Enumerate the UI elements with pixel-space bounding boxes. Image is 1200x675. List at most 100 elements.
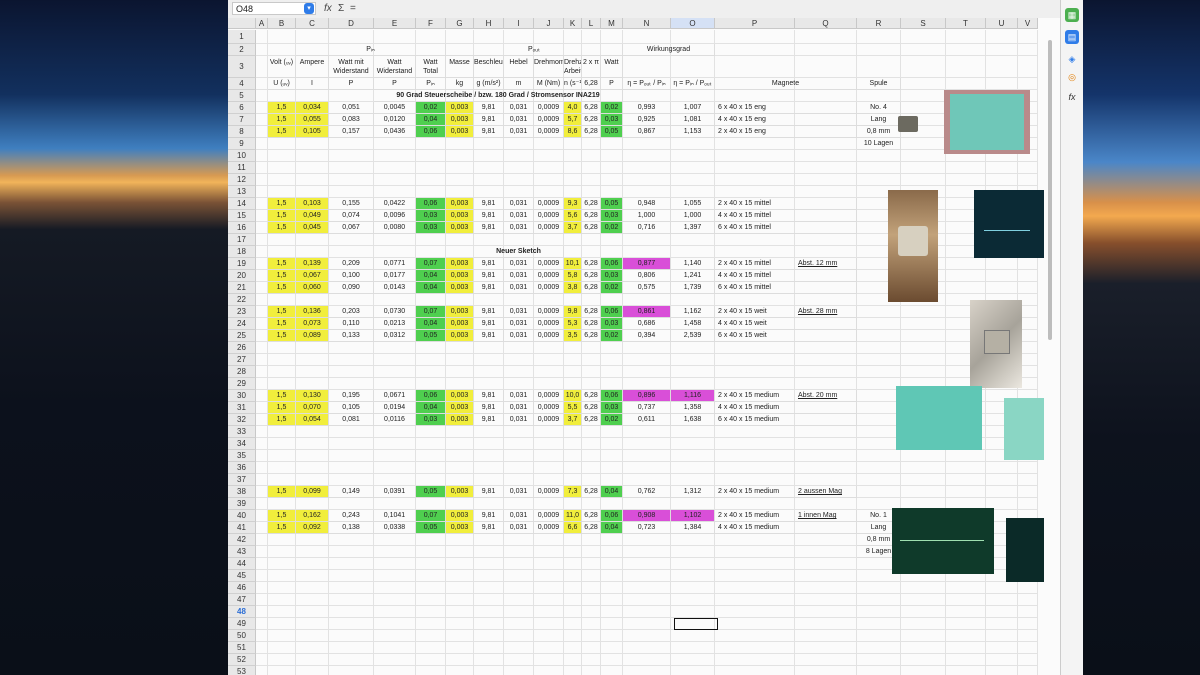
header-magnete[interactable]: Magnete xyxy=(715,78,857,90)
data-cell-r21-c10[interactable]: 6,28 xyxy=(582,282,601,294)
data-cell-r19-c9[interactable]: 10,1 xyxy=(564,258,582,270)
data-cell-r40-c12[interactable]: 0,908 xyxy=(623,510,671,522)
coil-photo-2[interactable] xyxy=(970,300,1022,388)
data-cell-r21-c11[interactable]: 0,02 xyxy=(601,282,623,294)
data-cell-r25-c6[interactable]: 9,81 xyxy=(474,330,504,342)
data-cell-r20-c2[interactable]: 0,100 xyxy=(329,270,374,282)
data-cell-r6-c6[interactable]: 9,81 xyxy=(474,102,504,114)
data-cell-r7-c11[interactable]: 0,03 xyxy=(601,114,623,126)
data-cell-r38-c3[interactable]: 0,0391 xyxy=(374,486,416,498)
row-header-27[interactable]: 27 xyxy=(228,354,256,366)
column-header-k[interactable]: K xyxy=(564,18,582,29)
row-header-37[interactable]: 37 xyxy=(228,474,256,486)
data-cell-r40-c8[interactable]: 0,0009 xyxy=(534,510,564,522)
data-cell-r8-c8[interactable]: 0,0009 xyxy=(534,126,564,138)
data-cell-r6-c1[interactable]: 0,034 xyxy=(296,102,329,114)
data-cell-r41-c4[interactable]: 0,05 xyxy=(416,522,446,534)
data-cell-r21-c0[interactable]: 1,5 xyxy=(268,282,296,294)
header-row4-2[interactable]: P xyxy=(329,78,374,90)
data-cell-r21-c1[interactable]: 0,060 xyxy=(296,282,329,294)
row-header-43[interactable]: 43 xyxy=(228,546,256,558)
oscilloscope-photo-1[interactable] xyxy=(944,90,1030,154)
data-cell-r23-c4[interactable]: 0,07 xyxy=(416,306,446,318)
data-cell-r24-c9[interactable]: 5,3 xyxy=(564,318,582,330)
data-cell-r31-c10[interactable]: 6,28 xyxy=(582,402,601,414)
data-cell-r32-c6[interactable]: 9,81 xyxy=(474,414,504,426)
data-cell-r16-c6[interactable]: 9,81 xyxy=(474,222,504,234)
data-cell-r41-c0[interactable]: 1,5 xyxy=(268,522,296,534)
column-header-t[interactable]: T xyxy=(946,18,986,29)
navigator-icon[interactable]: ▦ xyxy=(1065,8,1079,22)
row-header-21[interactable]: 21 xyxy=(228,282,256,294)
magnet-cell-r20[interactable]: 4 x 40 x 15 mittel xyxy=(715,270,857,282)
data-cell-r15-c3[interactable]: 0,0096 xyxy=(374,210,416,222)
column-header-r[interactable]: R xyxy=(857,18,901,29)
header-row4-7[interactable]: m xyxy=(504,78,534,90)
row-header-15[interactable]: 15 xyxy=(228,210,256,222)
data-cell-r15-c13[interactable]: 1,000 xyxy=(671,210,715,222)
row-header-26[interactable]: 26 xyxy=(228,342,256,354)
data-cell-r38-c12[interactable]: 0,762 xyxy=(623,486,671,498)
data-cell-r8-c11[interactable]: 0,05 xyxy=(601,126,623,138)
row-header-8[interactable]: 8 xyxy=(228,126,256,138)
data-cell-r15-c9[interactable]: 5,6 xyxy=(564,210,582,222)
data-cell-r7-c13[interactable]: 1,081 xyxy=(671,114,715,126)
data-cell-r23-c8[interactable]: 0,0009 xyxy=(534,306,564,318)
data-cell-r16-c3[interactable]: 0,0080 xyxy=(374,222,416,234)
data-cell-r40-c7[interactable]: 0,031 xyxy=(504,510,534,522)
compass-icon[interactable]: ◎ xyxy=(1065,70,1079,84)
data-cell-r7-c6[interactable]: 9,81 xyxy=(474,114,504,126)
header-spule[interactable]: Spule xyxy=(857,78,901,90)
data-cell-r7-c0[interactable]: 1,5 xyxy=(268,114,296,126)
data-cell-r40-c2[interactable]: 0,243 xyxy=(329,510,374,522)
row-header-40[interactable]: 40 xyxy=(228,510,256,522)
row-header-16[interactable]: 16 xyxy=(228,222,256,234)
data-cell-r20-c13[interactable]: 1,241 xyxy=(671,270,715,282)
data-cell-r40-c0[interactable]: 1,5 xyxy=(268,510,296,522)
note-cell-r23[interactable]: Abst. 28 mm xyxy=(795,306,857,318)
header-row4-4[interactable]: Pᵢₙ xyxy=(416,78,446,90)
column-header-l[interactable]: L xyxy=(582,18,601,29)
oscilloscope-photo-2[interactable] xyxy=(974,190,1044,258)
magnet-cell-r21[interactable]: 6 x 40 x 15 mittel xyxy=(715,282,857,294)
data-cell-r15-c12[interactable]: 1,000 xyxy=(623,210,671,222)
data-cell-r32-c8[interactable]: 0,0009 xyxy=(534,414,564,426)
data-cell-r30-c5[interactable]: 0,003 xyxy=(446,390,474,402)
oscilloscope-photo-6[interactable] xyxy=(1006,518,1044,582)
data-cell-r31-c11[interactable]: 0,03 xyxy=(601,402,623,414)
row-header-1[interactable]: 1 xyxy=(228,30,256,44)
header-row4-11[interactable]: P xyxy=(601,78,623,90)
data-cell-r40-c5[interactable]: 0,003 xyxy=(446,510,474,522)
note-cell-r40[interactable]: 1 innen Mag xyxy=(795,510,857,522)
data-cell-r20-c1[interactable]: 0,067 xyxy=(296,270,329,282)
row-header-48[interactable]: 48 xyxy=(228,606,256,618)
row-header-47[interactable]: 47 xyxy=(228,594,256,606)
row-header-20[interactable]: 20 xyxy=(228,270,256,282)
data-cell-r23-c6[interactable]: 9,81 xyxy=(474,306,504,318)
data-cell-r6-c7[interactable]: 0,031 xyxy=(504,102,534,114)
data-cell-r24-c13[interactable]: 1,458 xyxy=(671,318,715,330)
data-cell-r6-c11[interactable]: 0,02 xyxy=(601,102,623,114)
data-cell-r8-c1[interactable]: 0,105 xyxy=(296,126,329,138)
note-cell-r30[interactable]: Abst. 20 mm xyxy=(795,390,857,402)
data-cell-r32-c11[interactable]: 0,02 xyxy=(601,414,623,426)
data-cell-r20-c11[interactable]: 0,03 xyxy=(601,270,623,282)
data-cell-r24-c6[interactable]: 9,81 xyxy=(474,318,504,330)
data-cell-r16-c0[interactable]: 1,5 xyxy=(268,222,296,234)
data-cell-r16-c11[interactable]: 0,02 xyxy=(601,222,623,234)
data-cell-r7-c1[interactable]: 0,055 xyxy=(296,114,329,126)
row-header-5[interactable]: 5 xyxy=(228,90,256,102)
data-cell-r25-c12[interactable]: 0,394 xyxy=(623,330,671,342)
magnet-cell-r24[interactable]: 4 x 40 x 15 weit xyxy=(715,318,857,330)
data-cell-r30-c0[interactable]: 1,5 xyxy=(268,390,296,402)
data-cell-r31-c13[interactable]: 1,358 xyxy=(671,402,715,414)
data-cell-r24-c2[interactable]: 0,110 xyxy=(329,318,374,330)
row-header-44[interactable]: 44 xyxy=(228,558,256,570)
data-cell-r41-c7[interactable]: 0,031 xyxy=(504,522,534,534)
data-cell-r19-c0[interactable]: 1,5 xyxy=(268,258,296,270)
data-cell-r6-c8[interactable]: 0,0009 xyxy=(534,102,564,114)
data-cell-r31-c4[interactable]: 0,04 xyxy=(416,402,446,414)
data-cell-r38-c8[interactable]: 0,0009 xyxy=(534,486,564,498)
data-cell-r40-c1[interactable]: 0,162 xyxy=(296,510,329,522)
row-header-14[interactable]: 14 xyxy=(228,198,256,210)
